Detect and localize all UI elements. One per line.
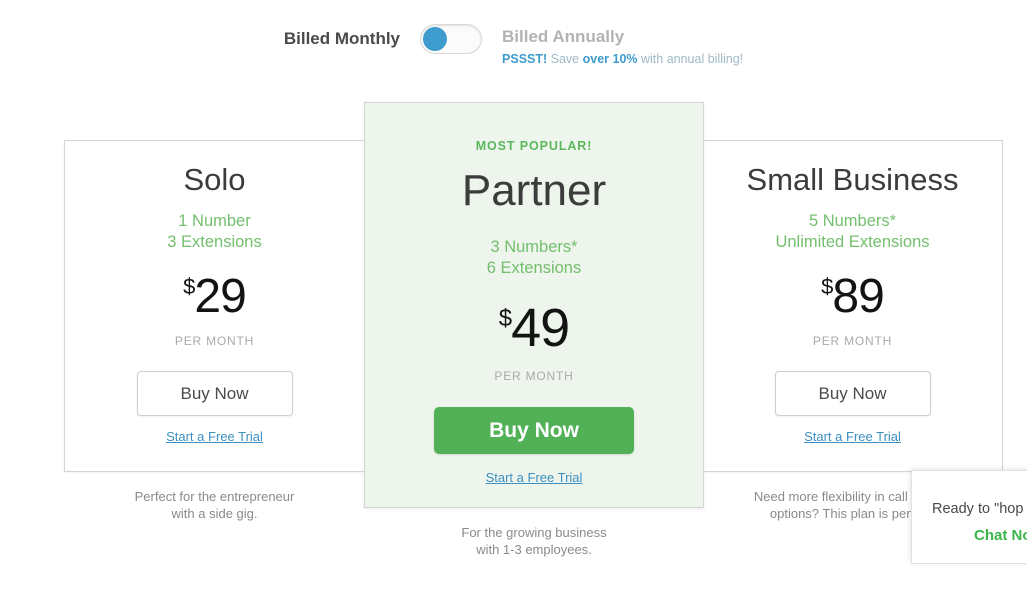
plan-features: 3 Numbers* 6 Extensions [365,237,703,279]
pricing-card-small-business: Small Business 5 Numbers* Unlimited Exte… [702,140,1003,472]
pricing-card-partner: MOST POPULAR! Partner 3 Numbers* 6 Exten… [364,102,704,508]
plan-name: Solo [183,162,246,197]
buy-now-button[interactable]: Buy Now [136,371,293,417]
billing-annual-group: Billed Annually PSSST! Save over 10% wit… [502,24,743,67]
price-currency: $ [183,274,195,300]
toggle-knob [423,27,448,51]
start-free-trial-link[interactable]: Start a Free Trial [486,470,583,485]
annual-savings-promo: PSSST! Save over 10% with annual billing… [502,51,743,67]
plan-feature-numbers: 5 Numbers* [808,212,897,231]
chat-widget[interactable]: Ready to "hop Chat No [911,470,1027,564]
billing-toggle-bar: Billed Monthly Billed Annually PSSST! Sa… [0,24,1027,67]
promo-mid: Save [547,52,583,66]
pricing-card-solo: Solo 1 Number 3 Extensions $29 PER MONTH… [64,140,365,472]
price-amount: 49 [511,298,570,359]
caption-line: Perfect for the entrepreneur [134,489,295,504]
billing-annually-label[interactable]: Billed Annually [502,24,624,50]
plan-feature-extensions: Unlimited Extensions [775,233,930,252]
caption-line: with 1-3 employees. [476,542,592,557]
caption-line: with a side gig. [171,506,258,521]
promo-highlight: over 10% [582,52,638,66]
plan-name: Partner [461,166,607,215]
promo-prefix: PSSST! [502,52,548,66]
price-period: PER MONTH [174,334,255,349]
plan-name: Small Business [746,162,959,197]
start-free-trial-link[interactable]: Start a Free Trial [166,429,263,444]
plan-price: $89 [703,273,1002,321]
billing-period-toggle[interactable] [420,24,483,54]
plan-price: $29 [65,273,364,321]
plan-feature-numbers: 3 Numbers* [490,238,578,257]
price-currency: $ [821,274,833,300]
plan-features: 5 Numbers* Unlimited Extensions [703,211,1002,253]
plan-price: $49 [365,301,703,355]
price-amount: 89 [832,270,884,324]
plan-caption-partner: For the growing business with 1-3 employ… [364,524,704,558]
plan-features: 1 Number 3 Extensions [65,211,364,253]
price-period: PER MONTH [812,334,893,349]
plan-feature-numbers: 1 Number [178,212,251,231]
price-period: PER MONTH [494,369,574,384]
chat-now-link[interactable]: Chat No [974,526,1027,546]
plan-feature-extensions: 3 Extensions [167,233,262,252]
start-free-trial-link[interactable]: Start a Free Trial [804,429,901,444]
price-amount: 29 [194,270,246,324]
billing-monthly-label[interactable]: Billed Monthly [284,24,400,54]
price-currency: $ [498,305,512,333]
buy-now-button[interactable]: Buy Now [434,407,634,455]
plan-feature-extensions: 6 Extensions [486,259,582,278]
billing-toggle-group: Billed Monthly Billed Annually PSSST! Sa… [284,24,743,67]
buy-now-button[interactable]: Buy Now [774,371,931,417]
most-popular-badge: MOST POPULAR! [475,139,593,153]
plan-caption-solo: Perfect for the entrepreneur with a side… [64,488,365,522]
caption-line: For the growing business [461,525,607,540]
promo-suffix: with annual billing! [637,52,744,66]
chat-widget-message: Ready to "hop [932,501,1024,517]
